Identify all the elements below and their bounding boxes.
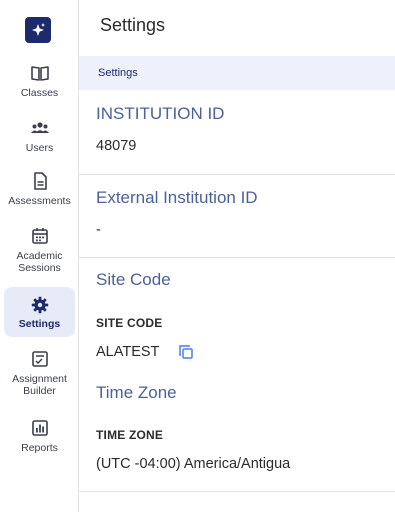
users-icon	[30, 122, 49, 133]
checklist-icon	[31, 351, 48, 367]
sidebar: Classes Users Assessments Academic Sessi…	[0, 0, 79, 512]
document-icon	[33, 172, 47, 190]
sidebar-item-reports[interactable]: Reports	[4, 418, 75, 454]
external-institution-id-value: -	[96, 222, 101, 238]
time-zone-heading: Time Zone	[96, 383, 177, 402]
book-open-icon	[30, 66, 49, 81]
sidebar-item-label: Settings	[18, 318, 61, 330]
sidebar-item-label: Academic Sessions	[16, 250, 63, 274]
sidebar-item-classes[interactable]: Classes	[4, 63, 75, 99]
divider	[79, 257, 395, 258]
divider	[79, 491, 395, 492]
institution-id-value: 48079	[96, 138, 137, 154]
divider	[79, 174, 395, 175]
bar-chart-icon	[31, 420, 48, 436]
sidebar-item-label: Assessments	[8, 195, 71, 207]
sidebar-item-assignment-builder[interactable]: Assignment Builder	[4, 349, 75, 397]
page-title: Settings	[100, 15, 166, 35]
site-code-label: SITE CODE	[96, 316, 163, 330]
time-zone-value: (UTC -04:00) America/Antigua	[96, 456, 291, 472]
calendar-icon	[31, 228, 48, 244]
site-code-value: ALATEST	[96, 344, 160, 360]
sparkle-icon	[32, 23, 45, 36]
copy-icon[interactable]	[178, 344, 194, 360]
sidebar-item-label: Classes	[20, 87, 59, 99]
breadcrumb-bar: Settings	[79, 56, 395, 90]
breadcrumb[interactable]: Settings	[98, 67, 138, 79]
gear-icon	[31, 296, 48, 314]
sidebar-item-label: Assignment Builder	[12, 373, 67, 397]
sidebar-item-label: Users	[25, 142, 54, 154]
sidebar-item-label: Reports	[21, 442, 58, 454]
sidebar-item-settings[interactable]: Settings	[4, 287, 75, 337]
time-zone-label: TIME ZONE	[96, 428, 164, 442]
sidebar-item-users[interactable]: Users	[4, 118, 75, 154]
main-content: Settings Settings INSTITUTION ID 48079 E…	[79, 0, 395, 512]
sidebar-item-academic-sessions[interactable]: Academic Sessions	[4, 226, 75, 274]
app-logo[interactable]	[25, 17, 51, 43]
external-institution-id-heading: External Institution ID	[96, 188, 258, 207]
site-code-heading: Site Code	[96, 270, 171, 289]
sidebar-item-assessments[interactable]: Assessments	[4, 171, 75, 207]
institution-id-heading: INSTITUTION ID	[96, 104, 225, 123]
